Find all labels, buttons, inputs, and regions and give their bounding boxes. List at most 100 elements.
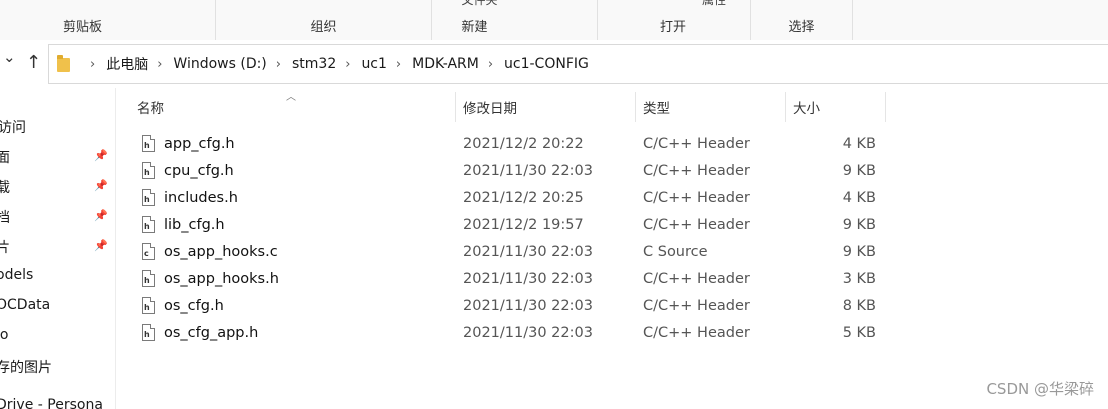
file-row[interactable]: h app_cfg.h 2021/12/2 20:22 C/C++ Header…: [135, 132, 895, 159]
breadcrumb-chevron-icon[interactable]: ›: [488, 57, 493, 72]
h-file-icon: h: [142, 297, 155, 314]
file-size: 9 KB: [842, 163, 876, 179]
column-header-type-label: 类型: [643, 101, 670, 117]
ribbon: 剪贴板 组织 文件夹 新建 属性 打开 选择: [0, 0, 1108, 41]
pin-icon: 📌: [94, 239, 108, 252]
sidebar-item-models[interactable]: odels: [0, 267, 33, 289]
ribbon-group-label: 剪贴板: [62, 20, 102, 35]
file-type: C/C++ Header: [643, 163, 750, 179]
breadcrumb-item-mdk-arm[interactable]: MDK-ARM: [412, 56, 479, 72]
file-name: os_cfg_app.h: [164, 325, 259, 341]
file-size: 3 KB: [842, 271, 876, 287]
sidebar-item-downloads[interactable]: 载: [0, 177, 10, 199]
breadcrumb-item-uc1-config[interactable]: uc1-CONFIG: [504, 56, 589, 72]
ribbon-group-select[interactable]: 选择: [751, 0, 853, 40]
pin-icon: 📌: [94, 209, 108, 222]
file-row[interactable]: h os_cfg.h 2021/11/30 22:03 C/C++ Header…: [135, 294, 895, 321]
column-divider[interactable]: [635, 92, 636, 122]
file-date: 2021/12/2 20:22: [463, 136, 584, 152]
h-file-icon: h: [142, 270, 155, 287]
column-header-type[interactable]: 类型: [643, 92, 670, 122]
h-file-icon: h: [142, 189, 155, 206]
file-row[interactable]: c os_app_hooks.c 2021/11/30 22:03 C Sour…: [135, 240, 895, 267]
properties-label[interactable]: 属性: [678, 0, 750, 8]
file-date: 2021/11/30 22:03: [463, 163, 593, 179]
file-type: C/C++ Header: [643, 217, 750, 233]
breadcrumb-item-this-pc[interactable]: 此电脑: [106, 54, 148, 74]
address-bar[interactable]: › 此电脑 › Windows (D:) › stm32 › uc1 › MDK…: [48, 44, 1108, 84]
column-divider[interactable]: [885, 92, 886, 122]
file-name: os_app_hooks.h: [164, 271, 279, 287]
ribbon-group-open[interactable]: 属性 打开: [598, 0, 751, 40]
sidebar-item-saved-pictures[interactable]: 存的图片: [0, 357, 52, 379]
sidebar-item-pictures[interactable]: 片: [0, 237, 10, 259]
file-size: 4 KB: [842, 190, 876, 206]
folder-icon: [57, 55, 70, 72]
column-divider[interactable]: [455, 92, 456, 122]
column-header-name[interactable]: 名称: [137, 92, 164, 122]
file-size: 4 KB: [842, 136, 876, 152]
file-name: os_cfg.h: [164, 298, 224, 314]
file-name: os_app_hooks.c: [164, 244, 278, 260]
column-header-date[interactable]: 修改日期: [463, 92, 517, 122]
c-file-icon: c: [142, 243, 155, 260]
breadcrumb-chevron-icon[interactable]: ›: [157, 57, 162, 72]
column-header-name-label: 名称: [137, 101, 164, 117]
file-date: 2021/11/30 22:03: [463, 298, 593, 314]
file-type: C Source: [643, 244, 708, 260]
file-size: 5 KB: [842, 325, 876, 341]
new-folder-label[interactable]: 文件夹: [362, 0, 597, 8]
breadcrumb-chevron-icon[interactable]: ›: [345, 57, 350, 72]
file-type: C/C++ Header: [643, 190, 750, 206]
breadcrumb-item-uc1[interactable]: uc1: [361, 56, 386, 72]
column-header-size-label: 大小: [793, 101, 820, 117]
sidebar-item-desktop[interactable]: 面: [0, 147, 10, 169]
file-name: includes.h: [164, 190, 238, 206]
sidebar-item-lo[interactable]: lo: [0, 327, 8, 349]
file-row[interactable]: h cpu_cfg.h 2021/11/30 22:03 C/C++ Heade…: [135, 159, 895, 186]
sidebar-item-onedrive[interactable]: Drive - Persona: [0, 397, 103, 409]
ribbon-group-label: 打开: [659, 20, 686, 35]
file-name: cpu_cfg.h: [164, 163, 234, 179]
file-name: lib_cfg.h: [164, 217, 225, 233]
ribbon-group-clipboard[interactable]: 剪贴板: [0, 0, 216, 40]
file-type: C/C++ Header: [643, 271, 750, 287]
ribbon-group-label: 选择: [788, 20, 815, 35]
recent-locations-chevron-icon[interactable]: ⌄: [3, 48, 16, 66]
breadcrumb-item-stm32[interactable]: stm32: [292, 56, 336, 72]
file-date: 2021/11/30 22:03: [463, 325, 593, 341]
up-arrow-icon[interactable]: ↑: [26, 52, 41, 73]
breadcrumb-item-drive[interactable]: Windows (D:): [173, 56, 266, 72]
pin-icon: 📌: [94, 149, 108, 162]
sort-up-arrow-icon: ︿: [286, 92, 296, 103]
file-date: 2021/11/30 22:03: [463, 244, 593, 260]
file-name: app_cfg.h: [164, 136, 235, 152]
file-type: C/C++ Header: [643, 298, 750, 314]
file-row[interactable]: h lib_cfg.h 2021/12/2 19:57 C/C++ Header…: [135, 213, 895, 240]
sidebar-item-ocdata[interactable]: OCData: [0, 297, 50, 319]
h-file-icon: h: [142, 324, 155, 341]
h-file-icon: h: [142, 216, 155, 233]
file-row[interactable]: h includes.h 2021/12/2 20:25 C/C++ Heade…: [135, 186, 895, 213]
file-row[interactable]: h os_app_hooks.h 2021/11/30 22:03 C/C++ …: [135, 267, 895, 294]
navigation-pane: 访问 面 📌 载 📌 档 📌 片 📌 odels OCData lo 存的图片 …: [0, 88, 116, 409]
column-header-size[interactable]: 大小: [793, 92, 820, 122]
breadcrumb-chevron-icon[interactable]: ›: [276, 57, 281, 72]
file-size: 9 KB: [842, 217, 876, 233]
file-type: C/C++ Header: [643, 325, 750, 341]
ribbon-group-new[interactable]: 文件夹 新建: [432, 0, 598, 40]
column-divider[interactable]: [785, 92, 786, 122]
breadcrumb-chevron-icon[interactable]: ›: [396, 57, 401, 72]
breadcrumb-chevron-icon[interactable]: ›: [90, 57, 95, 72]
breadcrumb: › 此电脑 › Windows (D:) › stm32 › uc1 › MDK…: [81, 45, 589, 83]
file-row[interactable]: h os_cfg_app.h 2021/11/30 22:03 C/C++ He…: [135, 321, 895, 348]
file-date: 2021/12/2 20:25: [463, 190, 584, 206]
pin-icon: 📌: [94, 179, 108, 192]
h-file-icon: h: [142, 135, 155, 152]
column-header-date-label: 修改日期: [463, 101, 517, 117]
file-date: 2021/12/2 19:57: [463, 217, 584, 233]
sidebar-item-documents[interactable]: 档: [0, 207, 10, 229]
sidebar-item-quick-access[interactable]: 访问: [0, 117, 26, 139]
watermark: CSDN @华梁碎: [986, 380, 1094, 398]
file-type: C/C++ Header: [643, 136, 750, 152]
